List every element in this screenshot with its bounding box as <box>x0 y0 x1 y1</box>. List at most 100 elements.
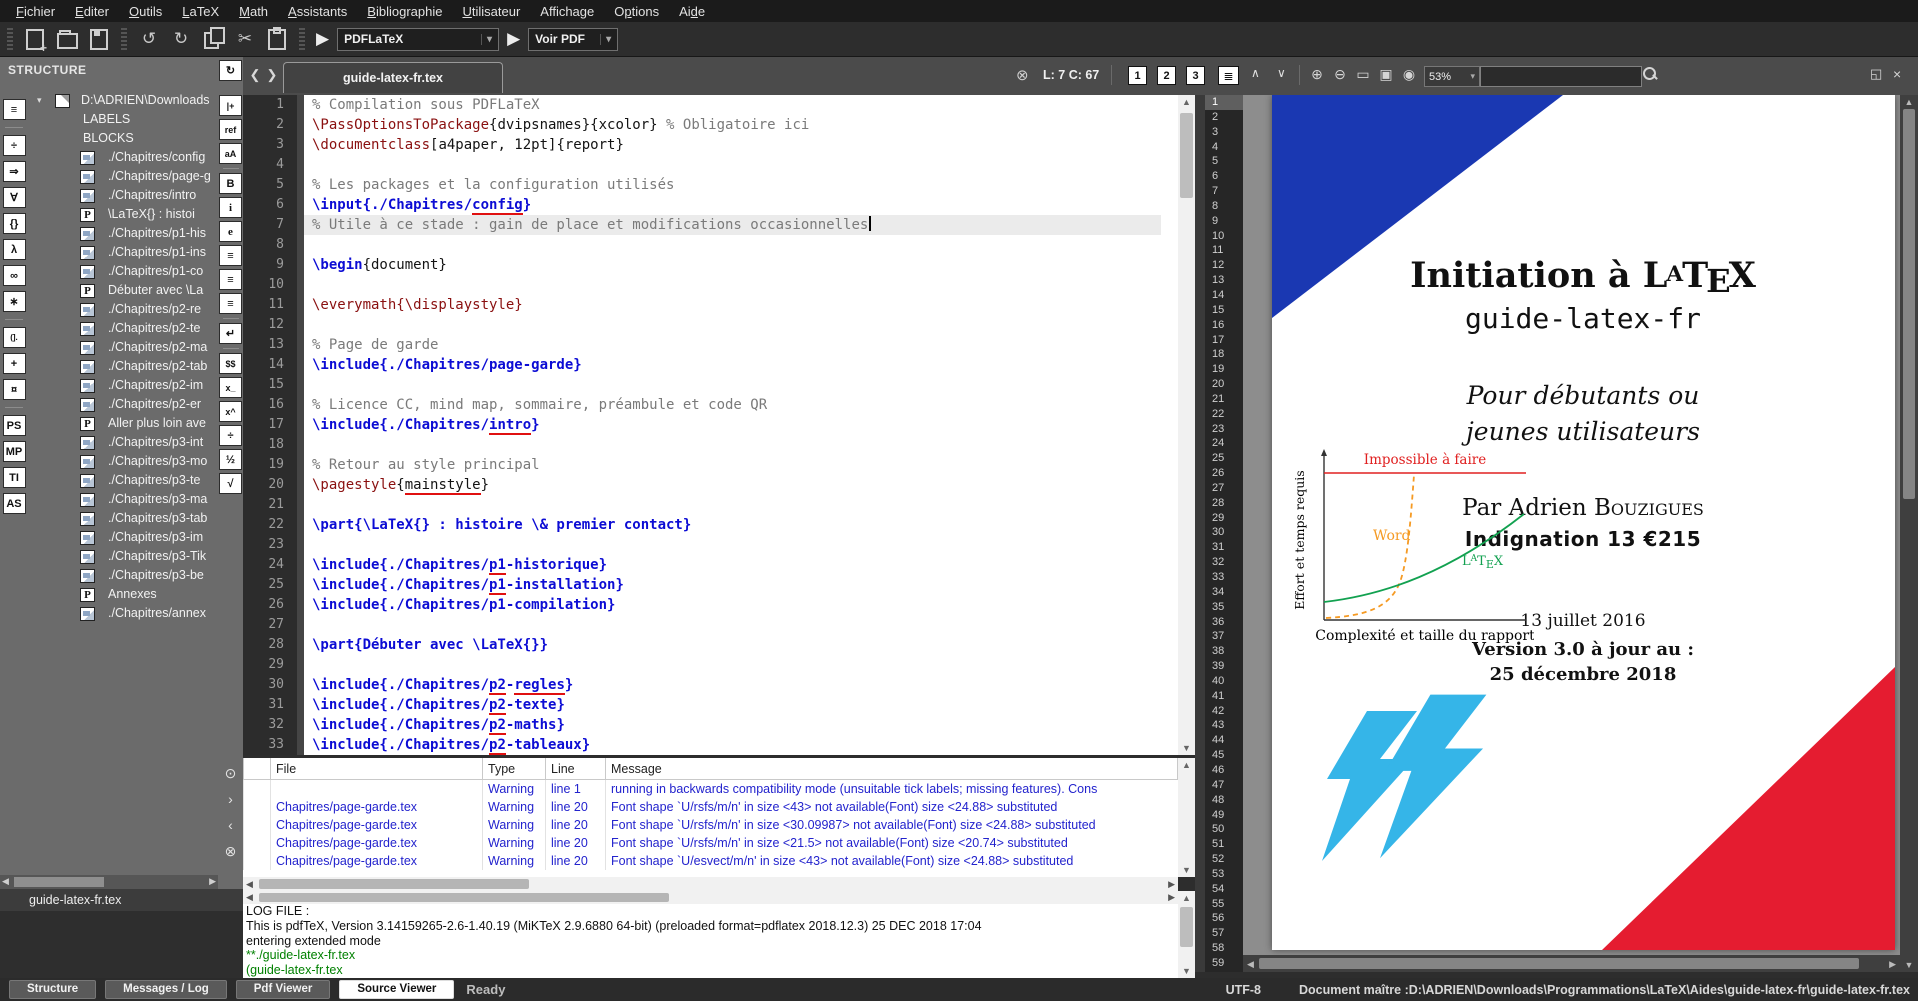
code-line-2[interactable]: \PassOptionsToPackage{dvipsnames}{xcolor… <box>304 115 1161 135</box>
pdf-page-down-icon[interactable]: ∨ <box>1277 66 1286 80</box>
code-line-5[interactable]: % Les packages et la configuration utili… <box>304 175 1161 195</box>
code-line-26[interactable]: \include{./Chapitres/p1-compilation} <box>304 595 1161 615</box>
pdf-page-number-58[interactable]: 58 <box>1205 941 1243 956</box>
scrollbar-thumb[interactable] <box>259 879 529 889</box>
tree-item[interactable]: ./Chapitres/p2-er <box>28 395 218 414</box>
label-ref-icon[interactable]: ref <box>219 119 242 140</box>
pdf-page-number-28[interactable]: 28 <box>1205 496 1243 511</box>
tree-item[interactable]: ./Chapitres/p3-mo <box>28 452 218 471</box>
math-mode-icon[interactable]: $$ <box>219 353 242 374</box>
code-line-19[interactable]: % Retour au style principal <box>304 455 1161 475</box>
arrows-icon[interactable]: ⇒ <box>3 161 26 182</box>
undo-button[interactable]: ↺ <box>136 26 162 52</box>
pdf-page-number-50[interactable]: 50 <box>1205 822 1243 837</box>
braces-icon[interactable]: {} <box>3 213 26 234</box>
message-row[interactable]: Warningline 1running in backwards compat… <box>244 780 1178 799</box>
tree-item[interactable]: BLOCKS <box>28 129 218 148</box>
copy-button[interactable] <box>200 26 226 52</box>
tree-item[interactable]: P\LaTeX{} : histoi <box>28 205 218 224</box>
tree-item[interactable]: ./Chapitres/p2-im <box>28 376 218 395</box>
code-editor[interactable]: 1234567891011121314151617181920212223242… <box>243 95 1178 755</box>
pdf-page-number-52[interactable]: 52 <box>1205 852 1243 867</box>
tree-item[interactable]: LABELS <box>28 110 218 129</box>
code-line-15[interactable] <box>304 375 1161 395</box>
infinity-icon[interactable]: ∞ <box>3 265 26 286</box>
zoom-out-icon[interactable]: ⊖ <box>1329 66 1351 83</box>
tree-item[interactable]: ./Chapitres/config <box>28 148 218 167</box>
pdf-page-number-2[interactable]: 2 <box>1205 110 1243 125</box>
pdf-page-number-24[interactable]: 24 <box>1205 436 1243 451</box>
status-tab-structure[interactable]: Structure <box>9 980 96 999</box>
status-tab-messages-log[interactable]: Messages / Log <box>105 980 227 999</box>
tree-item[interactable]: PDébuter avec \La <box>28 281 218 300</box>
pdf-page-number-36[interactable]: 36 <box>1205 615 1243 630</box>
search-icon[interactable] <box>1643 67 1658 82</box>
code-line-22[interactable]: \part{\LaTeX{} : histoire \& premier con… <box>304 515 1161 535</box>
pdf-page-number-13[interactable]: 13 <box>1205 273 1243 288</box>
emphasis-icon[interactable]: e <box>219 221 242 242</box>
pdf-page-number-53[interactable]: 53 <box>1205 867 1243 882</box>
bookmark-1-button[interactable]: 1 <box>1128 66 1147 85</box>
pdf-page-number-3[interactable]: 3 <box>1205 125 1243 140</box>
linebreak-icon[interactable]: ↵ <box>219 323 242 344</box>
messages-vscrollbar[interactable]: ▲ ▼ <box>1178 758 1195 877</box>
menu-bibliographie[interactable]: Bibliographie <box>357 2 452 21</box>
follow-eye-icon[interactable]: ⊙ <box>220 763 241 783</box>
pdf-page-number-34[interactable]: 34 <box>1205 585 1243 600</box>
pdf-page-number-26[interactable]: 26 <box>1205 466 1243 481</box>
status-tab-source-viewer[interactable]: Source Viewer <box>339 980 454 999</box>
scroll-up-icon[interactable]: ▲ <box>1178 893 1195 903</box>
clear-icon[interactable]: ⊗ <box>220 841 241 861</box>
menu-editer[interactable]: Editer <box>65 2 119 21</box>
pdf-page-list[interactable]: 1234567891011121314151617181920212223242… <box>1205 95 1243 972</box>
pdf-page-number-27[interactable]: 27 <box>1205 481 1243 496</box>
pdf-page-number-38[interactable]: 38 <box>1205 644 1243 659</box>
code-line-8[interactable] <box>304 235 1161 255</box>
pdf-page-number-29[interactable]: 29 <box>1205 511 1243 526</box>
pdf-page-number-23[interactable]: 23 <box>1205 422 1243 437</box>
scroll-down-icon[interactable]: ▼ <box>1178 966 1195 976</box>
pdf-page-number-18[interactable]: 18 <box>1205 347 1243 362</box>
tree-item[interactable]: ./Chapitres/p3-te <box>28 471 218 490</box>
pdf-page-number-57[interactable]: 57 <box>1205 926 1243 941</box>
menu-aide[interactable]: Aide <box>669 2 715 21</box>
pdf-page-number-6[interactable]: 6 <box>1205 169 1243 184</box>
zoom-in-icon[interactable]: ⊕ <box>1306 66 1328 83</box>
scroll-right-icon[interactable]: ▶ <box>209 876 216 887</box>
code-line-13[interactable]: % Page de garde <box>304 335 1161 355</box>
pdf-page-number-21[interactable]: 21 <box>1205 392 1243 407</box>
log-hscrollbar[interactable]: ◀ ▶ <box>243 891 1178 904</box>
scrollbar-thumb[interactable] <box>1180 113 1193 198</box>
new-file-button[interactable] <box>22 26 48 52</box>
pdf-page-number-39[interactable]: 39 <box>1205 659 1243 674</box>
tree-item[interactable]: ./Chapitres/page-g <box>28 167 218 186</box>
tree-item[interactable]: ./Chapitres/p3-im <box>28 528 218 547</box>
message-row[interactable]: Chapitres/page-garde.texWarningline 20Fo… <box>244 798 1178 816</box>
pdf-page-number-14[interactable]: 14 <box>1205 288 1243 303</box>
tree-item[interactable]: ./Chapitres/annex <box>28 604 218 623</box>
pdf-page-number-37[interactable]: 37 <box>1205 629 1243 644</box>
redo-button[interactable]: ↻ <box>168 26 194 52</box>
metapost-icon[interactable]: MP <box>3 441 26 462</box>
bold-icon[interactable]: B <box>219 173 242 194</box>
pdf-page-number-15[interactable]: 15 <box>1205 303 1243 318</box>
tree-item[interactable]: PAnnexes <box>28 585 218 604</box>
code-line-21[interactable] <box>304 495 1161 515</box>
code-line-6[interactable]: \input{./Chapitres/config} <box>304 195 1161 215</box>
scroll-up-icon[interactable]: ▲ <box>1178 760 1195 770</box>
scroll-down-icon[interactable]: ▼ <box>1900 960 1918 970</box>
pdf-page-number-19[interactable]: 19 <box>1205 362 1243 377</box>
scroll-up-icon[interactable]: ▲ <box>1900 97 1918 107</box>
tree-item[interactable]: ./Chapitres/p1-his <box>28 224 218 243</box>
relations-icon[interactable]: ÷ <box>3 135 26 156</box>
paste-button[interactable] <box>264 26 290 52</box>
scroll-down-icon[interactable]: ▼ <box>1178 865 1195 875</box>
code-line-33[interactable]: \include{./Chapitres/p2-tableaux} <box>304 735 1161 755</box>
fit-page-icon[interactable]: ▣ <box>1375 66 1397 83</box>
scrollbar-thumb[interactable] <box>1180 907 1193 947</box>
scrollbar-thumb[interactable] <box>1259 958 1859 969</box>
prev-error-icon[interactable]: ‹ <box>220 815 241 835</box>
pdf-page-number-11[interactable]: 11 <box>1205 243 1243 258</box>
pdf-hscrollbar[interactable]: ◀ ▶ <box>1243 955 1900 972</box>
pdf-canvas[interactable]: Initiation à LATEX guide-latex-fr Pour d… <box>1243 95 1900 955</box>
